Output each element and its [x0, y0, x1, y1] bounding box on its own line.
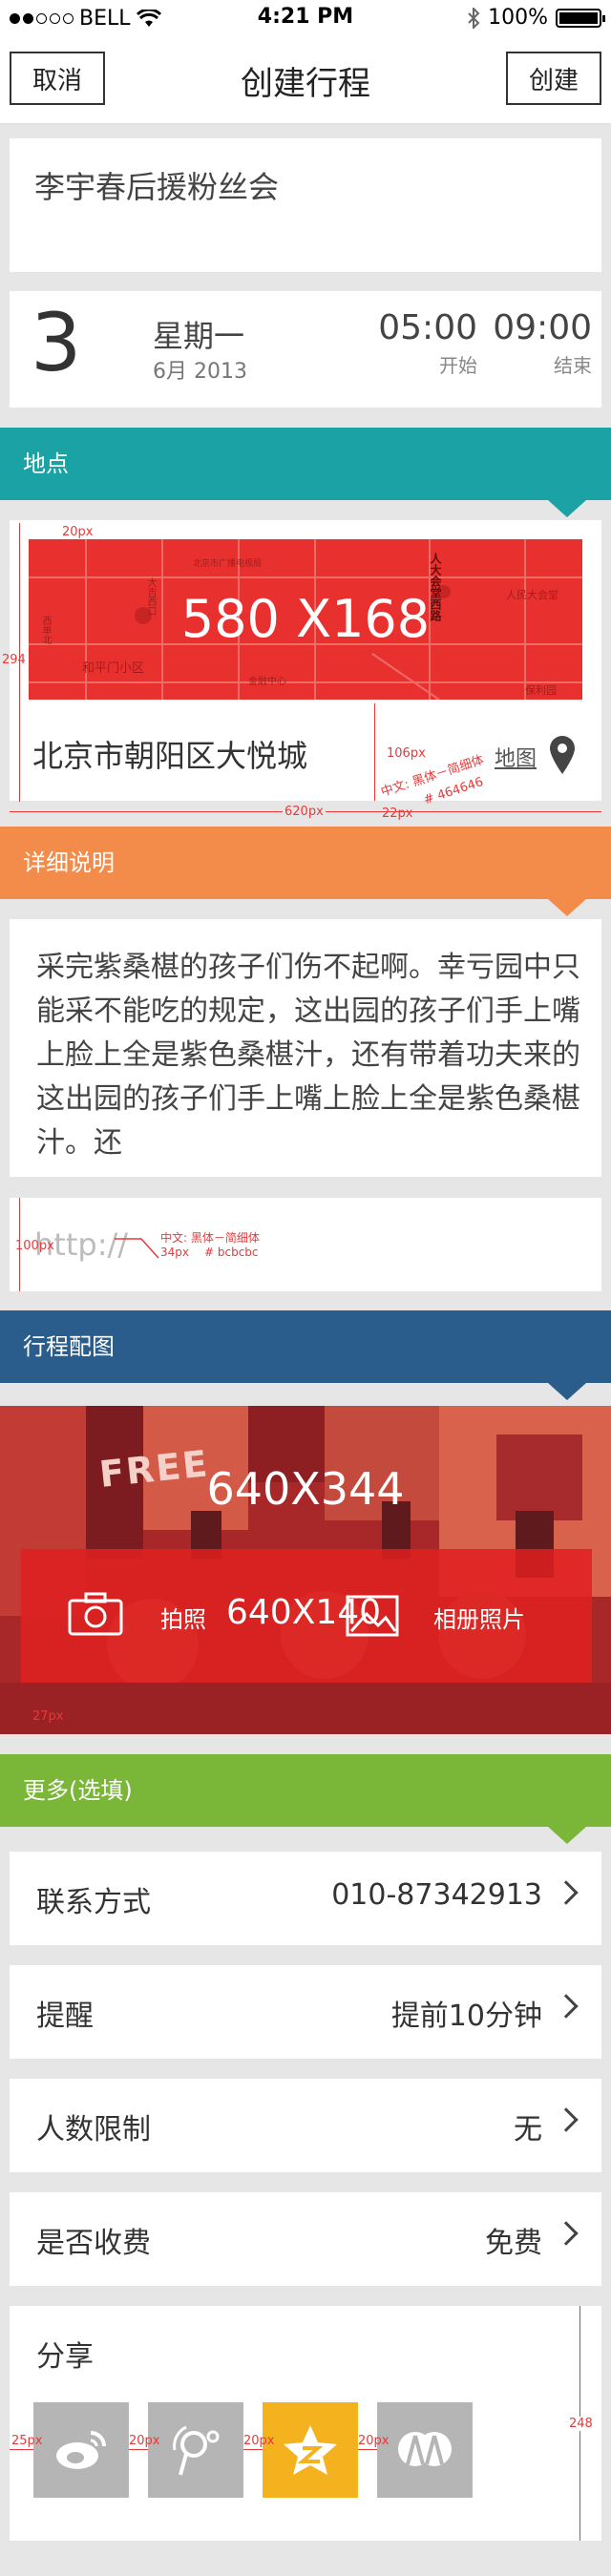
details-text[interactable]: 采完紫桑椹的孩子们伤不起啊。幸亏园中只能采不能吃的规定，这出园的孩子们手上嘴上脸… [36, 946, 582, 1158]
tencent-weibo-icon[interactable] [148, 2402, 243, 2498]
spec-label: 248 [569, 2417, 593, 2431]
status-right: 100% [467, 6, 605, 30]
location-header-pointer [548, 500, 586, 517]
weibo-icon[interactable] [33, 2402, 129, 2498]
location-header-label: 地点 [23, 450, 69, 477]
more-header: 更多(选填) [0, 1754, 611, 1844]
spec-label: 294 [2, 653, 26, 667]
start-label: 开始 [439, 354, 477, 377]
event-title-input[interactable]: 李宇春后援粉丝会 [34, 163, 279, 207]
details-header-label: 详细说明 [23, 849, 115, 876]
date-weekday: 星期一 [153, 318, 245, 354]
map-label: 保利园 [525, 684, 557, 697]
chevron-right-icon [554, 2107, 579, 2132]
event-title-card[interactable]: 李宇春后援粉丝会 [10, 138, 601, 272]
more-header-pointer [548, 1827, 586, 1844]
status-bar: BELL 4:21 PM 100% [0, 0, 611, 38]
photo-action-bar: 拍照 640X140 相册照片 [21, 1549, 592, 1683]
end-time[interactable]: 09:00 [487, 308, 592, 347]
capacity-row[interactable]: 人数限制 无 [10, 2079, 601, 2172]
date-day: 3 [31, 296, 82, 389]
spec-line [358, 2449, 377, 2450]
camera-icon[interactable] [67, 1591, 124, 1637]
create-button[interactable]: 创建 [506, 52, 601, 105]
spec-label: 25px [11, 2434, 43, 2448]
contact-row[interactable]: 联系方式 010-87342913 [10, 1852, 601, 1945]
spec-label: 620px [283, 805, 326, 819]
spec-color-note: # bcbcbc [204, 1246, 259, 1259]
row-value: 免费 [485, 2227, 542, 2260]
spec-font-note: 中文: 黑体－简细体 [160, 1231, 260, 1245]
spec-size-note: 34px [160, 1246, 189, 1259]
start-time[interactable]: 05:00 [372, 308, 477, 347]
qzone-icon[interactable] [263, 2402, 358, 2498]
spec-label: 106px [387, 746, 426, 761]
nav-bar: 取消 创建行程 创建 [0, 38, 611, 124]
spec-line [243, 2449, 263, 2450]
location-header: 地点 [0, 428, 611, 517]
battery-icon [556, 8, 605, 28]
spec-label: 22px [382, 806, 413, 821]
details-card[interactable]: 采完紫桑椹的孩子们伤不起啊。幸亏园中只能采不能吃的规定，这出园的孩子们手上嘴上脸… [10, 919, 601, 1177]
battery-percent: 100% [488, 6, 548, 30]
location-address[interactable]: 北京市朝阳区大悦城 [32, 732, 307, 776]
map-placeholder[interactable]: 北京市广播电视局 大吉西口 金融中心 和平门小区 人大会堂西路 人民大会堂 西单… [29, 539, 582, 700]
spec-label: 20px [243, 2434, 275, 2448]
bluetooth-icon [468, 7, 480, 29]
more-header-label: 更多(选填) [23, 1777, 133, 1804]
end-label: 结束 [554, 354, 592, 377]
chevron-right-icon [554, 2221, 579, 2246]
date-month-year: 6月 2013 [153, 360, 247, 384]
row-label: 人数限制 [36, 2113, 151, 2147]
url-card[interactable]: http:// [10, 1198, 601, 1291]
spec-line [374, 703, 375, 801]
location-card: 北京市广播电视局 大吉西口 金融中心 和平门小区 人大会堂西路 人民大会堂 西单… [10, 520, 601, 801]
album-icon[interactable] [346, 1595, 399, 1637]
chevron-right-icon [554, 1994, 579, 2019]
row-value: 提前10分钟 [390, 2000, 542, 2033]
details-header: 详细说明 [0, 827, 611, 916]
spec-line [129, 2449, 148, 2450]
map-label: 北京市广播电视局 [193, 559, 263, 569]
row-label: 联系方式 [36, 1886, 151, 1919]
map-pin-icon[interactable] [549, 736, 576, 774]
cover-photo[interactable]: FREE 640X344 拍照 640X140 相册照片 27px [0, 1406, 611, 1734]
date-card[interactable]: 3 星期一 6月 2013 05:00 开始 09:00 结束 [10, 291, 601, 408]
spec-label: 100px [15, 1239, 54, 1253]
spec-label: 20px [358, 2434, 390, 2448]
spec-line [10, 2449, 33, 2450]
row-label: 是否收费 [36, 2227, 151, 2260]
photo-header-label: 行程配图 [23, 1333, 115, 1360]
map-label: 和平门小区 [82, 661, 145, 676]
spec-arrow [115, 1238, 159, 1259]
renren-icon[interactable] [377, 2402, 473, 2498]
reminder-row[interactable]: 提醒 提前10分钟 [10, 1965, 601, 2059]
album-button[interactable]: 相册照片 [433, 1601, 525, 1634]
share-label: 分享 [36, 2340, 94, 2374]
photo-header-pointer [548, 1383, 586, 1400]
row-value: 无 [514, 2113, 542, 2147]
spec-label: 27px [32, 1709, 64, 1724]
map-label: 金融中心 [248, 677, 286, 687]
map-size-label: 580 X168 [180, 589, 431, 649]
fee-row[interactable]: 是否收费 免费 [10, 2192, 601, 2286]
row-label: 提醒 [36, 2000, 94, 2033]
row-value: 010-87342913 [331, 1878, 542, 1912]
details-header-pointer [548, 899, 586, 916]
take-photo-button[interactable]: 拍照 [160, 1601, 206, 1634]
photo-size-label: 640X344 [206, 1463, 405, 1515]
spec-label: 20px [129, 2434, 160, 2448]
map-link[interactable]: 地图 [495, 742, 537, 772]
spec-label: 20px [62, 525, 94, 539]
chevron-right-icon [554, 1880, 579, 1905]
photo-header: 行程配图 [0, 1310, 611, 1400]
